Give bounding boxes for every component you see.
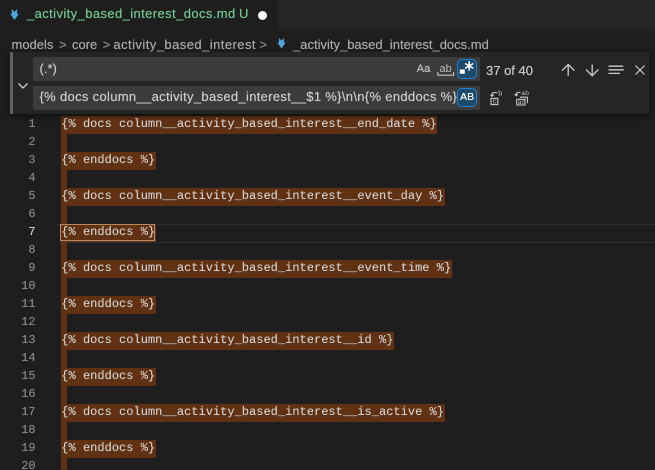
svg-text:ab: ab — [521, 90, 529, 97]
svg-text:c: c — [492, 99, 497, 106]
svg-text:ac: ac — [518, 99, 526, 106]
svg-text:ab: ab — [439, 63, 451, 75]
svg-text:b: b — [498, 90, 503, 98]
